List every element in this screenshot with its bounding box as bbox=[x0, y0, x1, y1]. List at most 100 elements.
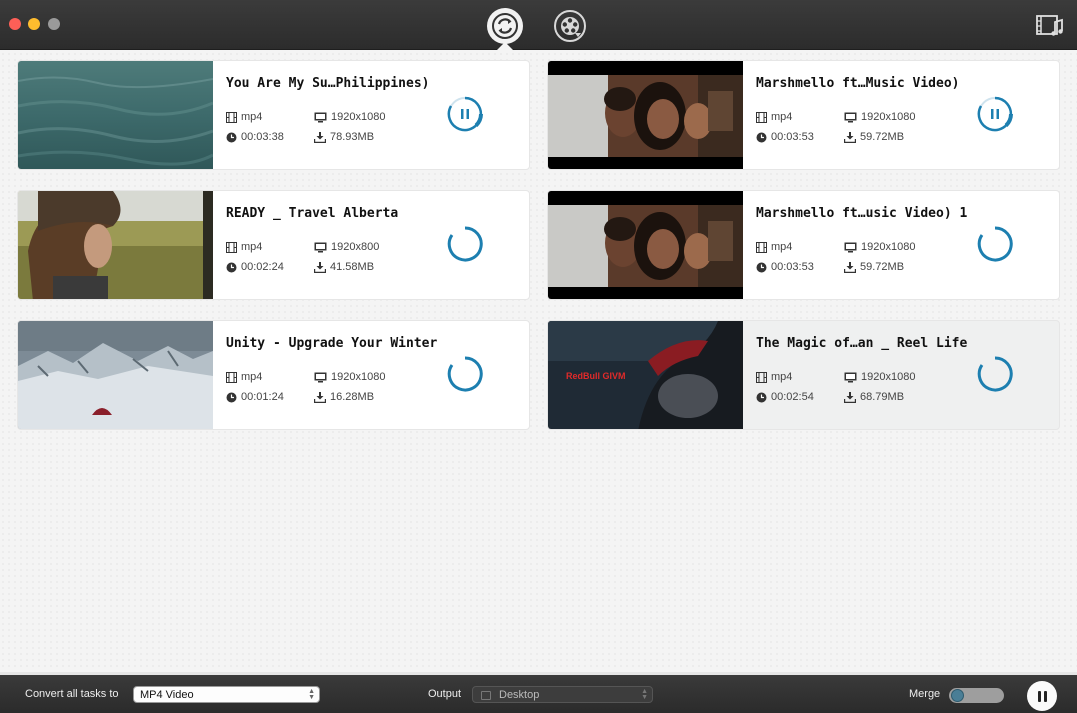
task-title: Unity - Upgrade Your Winter bbox=[226, 336, 438, 351]
duration-info: 00:03:53 bbox=[756, 131, 814, 143]
video-thumbnail bbox=[18, 61, 213, 169]
task-card[interactable]: RedBull GIVM The Magic of…an _ Reel Life… bbox=[547, 320, 1060, 430]
merge-toggle[interactable] bbox=[949, 688, 1004, 703]
format-value: mp4 bbox=[771, 241, 793, 253]
format-value: mp4 bbox=[771, 371, 793, 383]
convert-mode-button[interactable] bbox=[487, 8, 523, 44]
task-title: Marshmello ft…usic Video) 1 bbox=[756, 206, 968, 221]
monitor-icon bbox=[314, 372, 327, 382]
format-value: mp4 bbox=[241, 241, 263, 253]
output-folder-select[interactable]: Desktop ▲ ▼ bbox=[472, 686, 653, 703]
film-icon bbox=[756, 241, 767, 253]
size-info: 41.58MB bbox=[314, 261, 374, 273]
size-info: 59.72MB bbox=[844, 261, 904, 273]
spinner-icon bbox=[977, 356, 1013, 392]
download-icon bbox=[844, 261, 856, 273]
format-info: mp4 bbox=[226, 111, 262, 123]
duration-info: 00:02:24 bbox=[226, 261, 284, 273]
size-value: 16.28MB bbox=[330, 391, 375, 403]
close-window-button[interactable] bbox=[9, 18, 21, 30]
convert-cycle-icon bbox=[492, 13, 518, 39]
film-icon bbox=[226, 371, 237, 383]
resolution-value: 1920x1080 bbox=[331, 111, 386, 123]
duration-value: 00:03:53 bbox=[771, 131, 814, 143]
film-icon bbox=[756, 111, 767, 123]
convert-format-value: MP4 Video bbox=[140, 689, 194, 701]
task-title: The Magic of…an _ Reel Life bbox=[756, 336, 968, 351]
size-info: 16.28MB bbox=[314, 391, 374, 403]
duration-value: 00:01:24 bbox=[241, 391, 284, 403]
convert-all-label: Convert all tasks to bbox=[25, 688, 119, 700]
task-card[interactable]: Unity - Upgrade Your Winter mp4 1920x108… bbox=[17, 320, 530, 430]
size-value: 59.72MB bbox=[860, 131, 905, 143]
size-value: 78.93MB bbox=[330, 131, 375, 143]
clock-icon bbox=[226, 132, 237, 142]
film-music-toolbox-icon bbox=[1036, 15, 1063, 36]
video-thumbnail: RedBull GIVM bbox=[548, 321, 743, 429]
pause-bar bbox=[1043, 690, 1047, 702]
film-icon bbox=[226, 111, 237, 123]
resolution-value: 1920x1080 bbox=[331, 371, 386, 383]
film-icon bbox=[226, 241, 237, 253]
loading-spinner bbox=[976, 355, 1014, 393]
task-list: You Are My Su…Philippines) mp4 1920x1080… bbox=[0, 51, 1077, 669]
size-info: 78.93MB bbox=[314, 131, 374, 143]
spinner-icon bbox=[447, 356, 483, 392]
loading-spinner bbox=[446, 225, 484, 263]
pause-task-button[interactable] bbox=[446, 95, 484, 133]
resolution-info: 1920x800 bbox=[314, 241, 379, 253]
duration-value: 00:02:24 bbox=[241, 261, 284, 273]
download-icon bbox=[314, 261, 326, 273]
film-icon bbox=[756, 371, 767, 383]
size-info: 68.79MB bbox=[844, 391, 904, 403]
duration-info: 00:03:53 bbox=[756, 261, 814, 273]
active-mode-indicator bbox=[497, 42, 513, 50]
pause-all-button[interactable] bbox=[1027, 681, 1057, 711]
task-card[interactable]: Marshmello ft…usic Video) 1 mp4 1920x108… bbox=[547, 190, 1060, 300]
zoom-window-button[interactable] bbox=[48, 18, 60, 30]
duration-info: 00:01:24 bbox=[226, 391, 284, 403]
resolution-info: 1920x1080 bbox=[314, 371, 385, 383]
task-card[interactable]: You Are My Su…Philippines) mp4 1920x1080… bbox=[17, 60, 530, 170]
format-value: mp4 bbox=[771, 111, 793, 123]
duration-value: 00:03:53 bbox=[771, 261, 814, 273]
clock-icon bbox=[756, 392, 767, 402]
pause-bar bbox=[1037, 690, 1041, 702]
clock-icon bbox=[226, 262, 237, 272]
download-icon bbox=[844, 391, 856, 403]
download-mode-button[interactable] bbox=[552, 8, 588, 44]
output-label: Output bbox=[428, 688, 462, 700]
folder-icon bbox=[481, 691, 491, 700]
thumbnail-overlay-text: RedBull GIVM bbox=[566, 371, 626, 381]
resolution-info: 1920x1080 bbox=[844, 111, 915, 123]
task-card[interactable]: Marshmello ft…Music Video) mp4 1920x1080… bbox=[547, 60, 1060, 170]
resolution-value: 1920x800 bbox=[331, 241, 380, 253]
select-arrows-icon: ▲ ▼ bbox=[641, 688, 648, 701]
duration-value: 00:02:54 bbox=[771, 391, 814, 403]
task-title: Marshmello ft…Music Video) bbox=[756, 76, 960, 91]
clock-icon bbox=[226, 392, 237, 402]
pause-task-button[interactable] bbox=[976, 95, 1014, 133]
duration-info: 00:02:54 bbox=[756, 391, 814, 403]
resolution-info: 1920x1080 bbox=[844, 241, 915, 253]
format-info: mp4 bbox=[756, 111, 792, 123]
resolution-value: 1920x1080 bbox=[861, 371, 916, 383]
toolbox-button[interactable] bbox=[1035, 13, 1065, 39]
format-info: mp4 bbox=[226, 371, 262, 383]
format-info: mp4 bbox=[226, 241, 262, 253]
resolution-info: 1920x1080 bbox=[844, 371, 915, 383]
task-card[interactable]: READY _ Travel Alberta mp4 1920x800 00:0… bbox=[17, 190, 530, 300]
convert-format-select[interactable]: MP4 Video ▲ ▼ bbox=[133, 686, 320, 703]
video-thumbnail bbox=[548, 191, 743, 299]
select-arrows-icon: ▲ ▼ bbox=[308, 688, 315, 701]
spinner-icon bbox=[977, 226, 1013, 262]
resolution-value: 1920x1080 bbox=[861, 241, 916, 253]
video-thumbnail bbox=[548, 61, 743, 169]
minimize-window-button[interactable] bbox=[28, 18, 40, 30]
format-value: mp4 bbox=[241, 111, 263, 123]
format-info: mp4 bbox=[756, 371, 792, 383]
video-thumbnail bbox=[18, 321, 213, 429]
size-value: 41.58MB bbox=[330, 261, 375, 273]
download-icon bbox=[314, 391, 326, 403]
size-value: 59.72MB bbox=[860, 261, 905, 273]
